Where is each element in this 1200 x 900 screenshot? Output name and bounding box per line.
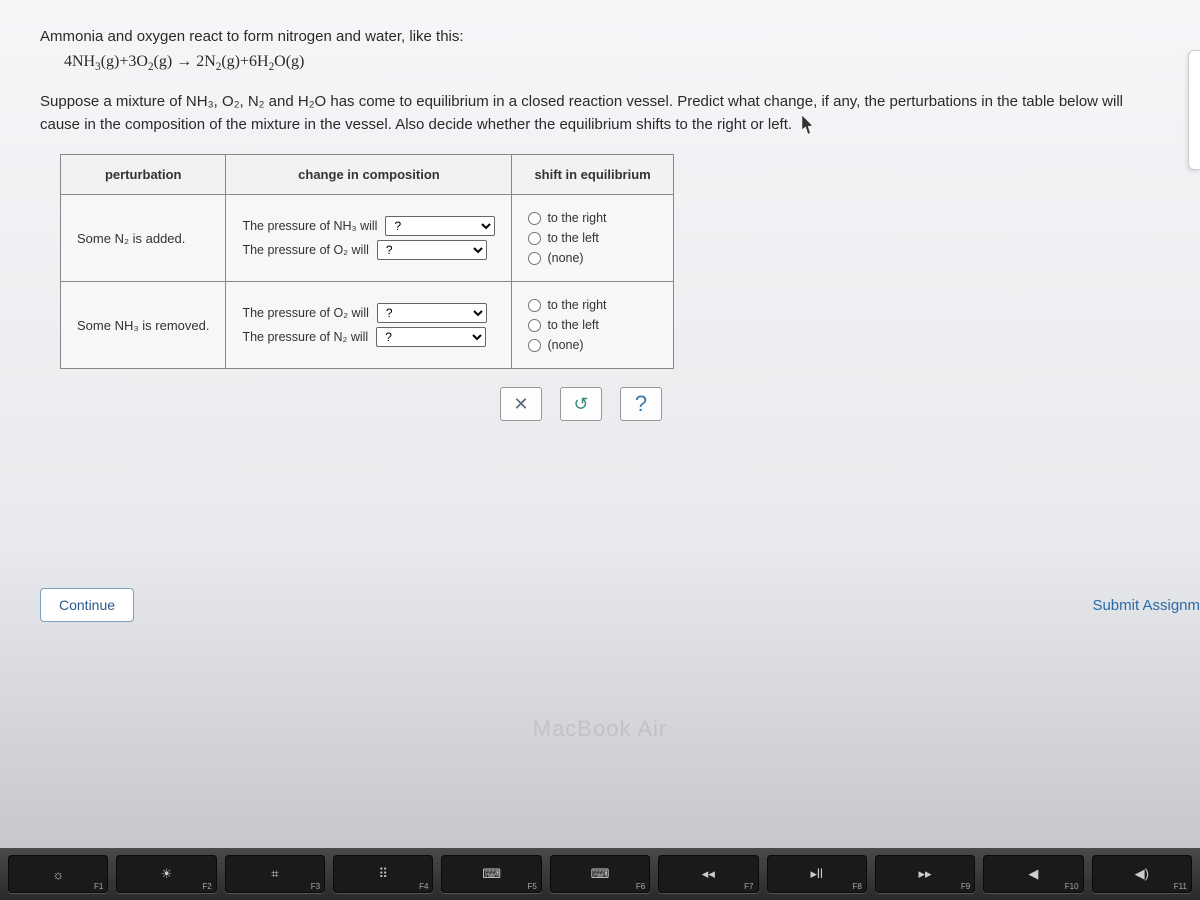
composition-row: The pressure of NH₃ will ?go up.go down.n… bbox=[242, 216, 495, 236]
shift-option-label: (none) bbox=[547, 338, 583, 352]
keyboard-light-up-key: ⌨ F6 bbox=[550, 855, 650, 893]
undo-button[interactable]: ↺ bbox=[560, 387, 602, 421]
shift-option-label: to the right bbox=[547, 298, 606, 312]
key-icon: ☼ bbox=[52, 867, 64, 882]
shift-radio[interactable] bbox=[528, 299, 541, 312]
shift-option-label: (none) bbox=[547, 251, 583, 265]
composition-select[interactable]: ?go up.go down.not change. bbox=[377, 303, 487, 323]
close-button[interactable]: ✕ bbox=[500, 387, 542, 421]
key-icon: ⌗ bbox=[271, 866, 278, 882]
composition-cell: The pressure of NH₃ will?go up.go down.n… bbox=[226, 195, 512, 282]
laptop-brand-label: MacBook Air bbox=[0, 716, 1200, 742]
fast-forward-key: ▸▸ F9 bbox=[875, 855, 975, 893]
composition-row: The pressure of O₂ will ?go up.go down.no… bbox=[242, 303, 495, 323]
play-pause-key: ▸ll F8 bbox=[767, 855, 867, 893]
key-label: F11 bbox=[1174, 882, 1187, 891]
composition-label: The pressure of N₂ will bbox=[242, 330, 368, 344]
shift-radio[interactable] bbox=[528, 212, 541, 225]
rewind-key: ◂◂ F7 bbox=[658, 855, 758, 893]
shift-radio[interactable] bbox=[528, 252, 541, 265]
action-row: ✕ ↺ ? bbox=[500, 387, 1160, 421]
key-icon: ▸ll bbox=[811, 866, 823, 882]
shift-option-label: to the left bbox=[547, 318, 598, 332]
shift-cell: to the right to the left (none) bbox=[512, 195, 673, 282]
key-label: F9 bbox=[961, 882, 970, 891]
submit-assignment-link[interactable]: Submit Assignm bbox=[1092, 597, 1200, 614]
key-label: F5 bbox=[527, 882, 536, 891]
key-icon: ⠿ bbox=[378, 866, 388, 882]
shift-radio[interactable] bbox=[528, 339, 541, 352]
shift-option[interactable]: to the right bbox=[528, 298, 656, 312]
intro-text: Ammonia and oxygen react to form nitroge… bbox=[40, 28, 1160, 45]
continue-button[interactable]: Continue bbox=[40, 588, 134, 622]
composition-label: The pressure of O₂ will bbox=[242, 306, 368, 320]
shift-option-label: to the right bbox=[547, 211, 606, 225]
key-icon: ☀ bbox=[161, 866, 173, 882]
composition-row: The pressure of O₂ will ?go up.go down.no… bbox=[242, 240, 495, 260]
problem-content: Ammonia and oxygen react to form nitroge… bbox=[0, 0, 1200, 421]
col-change: change in composition bbox=[226, 155, 512, 195]
shift-radio[interactable] bbox=[528, 319, 541, 332]
shift-option[interactable]: (none) bbox=[528, 251, 656, 265]
key-label: F4 bbox=[419, 882, 428, 891]
key-label: F1 bbox=[94, 882, 103, 891]
key-icon: ⌨ bbox=[482, 866, 501, 882]
perturbation-cell: Some NH₃ is removed. bbox=[61, 282, 226, 369]
composition-select[interactable]: ?go up.go down.not change. bbox=[377, 240, 487, 260]
key-icon: ▸▸ bbox=[919, 866, 932, 882]
table-row: Some NH₃ is removed. The pressure of O₂ w… bbox=[61, 282, 674, 369]
composition-select[interactable]: ?go up.go down.not change. bbox=[385, 216, 495, 236]
shift-option[interactable]: to the right bbox=[528, 211, 656, 225]
shift-cell: to the right to the left (none) bbox=[512, 282, 673, 369]
chemical-equation: 4NH3(g)+3O2(g) → 2N2(g)+6H2O(g) bbox=[64, 53, 1160, 73]
shift-option[interactable]: to the left bbox=[528, 318, 656, 332]
key-icon: ⌨ bbox=[591, 866, 610, 882]
brightness-up-key: ☀ F2 bbox=[116, 855, 216, 893]
key-label: F7 bbox=[744, 882, 753, 891]
shift-option[interactable]: (none) bbox=[528, 338, 656, 352]
col-shift: shift in equilibrium bbox=[512, 155, 673, 195]
mute-key: ◀ F10 bbox=[983, 855, 1083, 893]
bottom-bar: Continue Submit Assignm bbox=[40, 588, 1200, 622]
key-label: F2 bbox=[202, 882, 211, 891]
launchpad-key: ⠿ F4 bbox=[333, 855, 433, 893]
brightness-down-key: ☼ F1 bbox=[8, 855, 108, 893]
key-label: F10 bbox=[1065, 882, 1079, 891]
composition-label: The pressure of O₂ will bbox=[242, 243, 368, 257]
key-label: F3 bbox=[311, 882, 320, 891]
perturbation-cell: Some N₂ is added. bbox=[61, 195, 226, 282]
shift-option-label: to the left bbox=[547, 231, 598, 245]
keyboard-light-down-key: ⌨ F5 bbox=[441, 855, 541, 893]
right-panel-edge bbox=[1188, 50, 1200, 170]
composition-row: The pressure of N₂ will ?go up.go down.no… bbox=[242, 327, 495, 347]
keyboard-row: ☼ F1 ☀ F2 ⌗ F3 ⠿ F4 ⌨ F5 ⌨ F6 ◂◂ F7 ▸ll F8 ▸▸ F9 ◀ F10 ◀) F11 bbox=[0, 848, 1200, 900]
key-icon: ◂◂ bbox=[702, 866, 715, 882]
key-icon: ◀) bbox=[1135, 866, 1149, 882]
cursor-icon bbox=[802, 116, 816, 134]
key-label: F6 bbox=[636, 882, 645, 891]
key-label: F8 bbox=[853, 882, 862, 891]
composition-select[interactable]: ?go up.go down.not change. bbox=[376, 327, 486, 347]
mission-control-key: ⌗ F3 bbox=[225, 855, 325, 893]
perturbation-table: perturbation change in composition shift… bbox=[60, 154, 674, 369]
shift-option[interactable]: to the left bbox=[528, 231, 656, 245]
key-icon: ◀ bbox=[1028, 866, 1038, 882]
help-button[interactable]: ? bbox=[620, 387, 662, 421]
composition-label: The pressure of NH₃ will bbox=[242, 219, 377, 233]
col-perturbation: perturbation bbox=[61, 155, 226, 195]
instructions-text: Suppose a mixture of NH₃, O₂, N₂ and H₂O… bbox=[40, 91, 1160, 136]
composition-cell: The pressure of O₂ will ?go up.go down.no… bbox=[226, 282, 512, 369]
shift-radio[interactable] bbox=[528, 232, 541, 245]
table-row: Some N₂ is added. The pressure of NH₃ wil… bbox=[61, 195, 674, 282]
volume-down-key: ◀) F11 bbox=[1092, 855, 1192, 893]
